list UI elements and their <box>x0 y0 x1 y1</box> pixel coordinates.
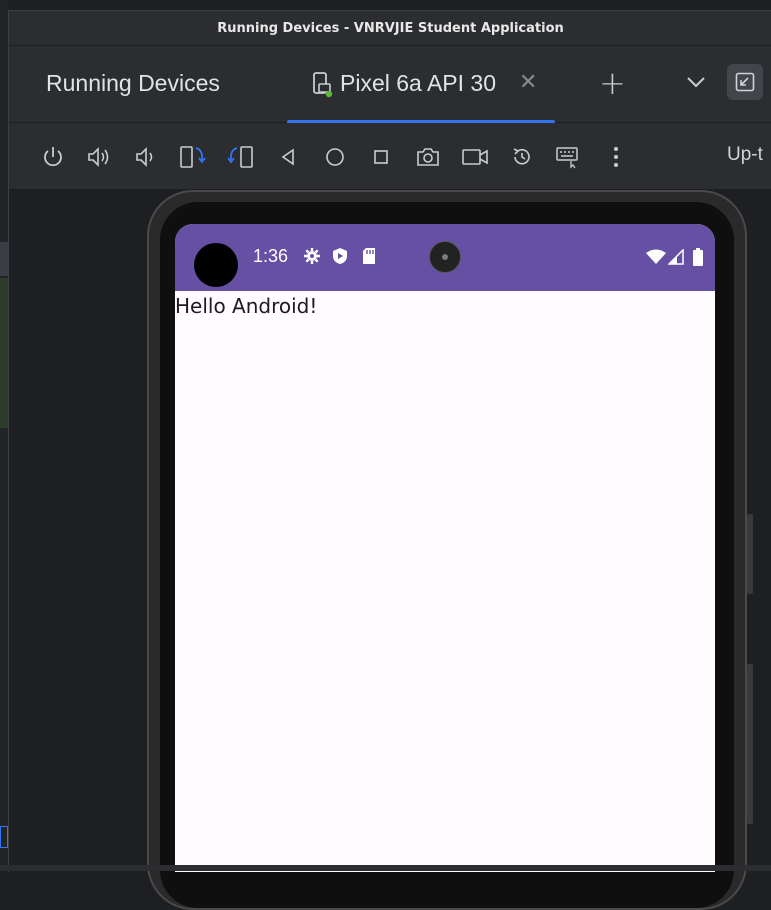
tool-window-title: Running Devices <box>46 70 220 96</box>
status-bar: 1:36 <box>175 224 715 291</box>
camera-icon[interactable] <box>414 143 442 171</box>
close-icon[interactable]: ✕ <box>519 70 537 95</box>
background-bottom-strip <box>0 865 771 871</box>
wifi-icon <box>646 249 666 264</box>
shield-icon <box>333 248 347 264</box>
tab-bar: Running Devices Pixel 6a API 30 ✕ + <box>9 46 771 124</box>
status-time: 1:36 <box>253 246 289 266</box>
front-camera <box>429 241 461 273</box>
avatar <box>194 243 238 287</box>
more-icon[interactable] <box>602 143 630 171</box>
keyboard-icon[interactable] <box>554 143 582 171</box>
tab-device[interactable]: Pixel 6a API 30 ✕ <box>287 46 555 124</box>
device-screen[interactable]: 1:36 Hello Android! <box>175 224 715 872</box>
volume-side-button <box>747 664 753 824</box>
power-side-button <box>747 514 753 594</box>
toolbar-trailing-text: Up-t <box>727 144 763 165</box>
window-title: Running Devices - VNRVJIE Student Applic… <box>9 11 771 46</box>
code-highlight <box>0 278 8 428</box>
home-icon[interactable] <box>321 143 349 171</box>
running-devices-window: Running Devices - VNRVJIE Student Applic… <box>8 10 771 910</box>
sd-card-icon <box>363 248 375 264</box>
gear-icon <box>304 248 320 264</box>
volume-up-icon[interactable] <box>85 143 113 171</box>
video-record-icon[interactable] <box>461 143 489 171</box>
chevron-down-icon[interactable] <box>685 74 707 90</box>
background-ide-strip <box>0 0 8 871</box>
device-viewport: 1:36 Hello Android! <box>9 190 771 910</box>
tab-label: Pixel 6a API 30 <box>340 70 496 96</box>
device-toolbar: Up-t <box>9 123 771 190</box>
add-icon[interactable]: + <box>599 64 626 102</box>
battery-icon <box>693 248 703 266</box>
reset-icon[interactable] <box>508 143 536 171</box>
restore-button[interactable] <box>727 64 763 100</box>
selected-row <box>0 242 8 276</box>
rotate-left-icon[interactable] <box>179 143 207 171</box>
greeting-text: Hello Android! <box>175 294 318 318</box>
device-icon <box>313 72 333 98</box>
volume-down-icon[interactable] <box>131 143 159 171</box>
minimize-window-icon <box>735 72 755 92</box>
signal-icon <box>668 249 684 265</box>
power-icon[interactable] <box>39 143 67 171</box>
back-icon[interactable] <box>274 143 302 171</box>
focused-field <box>0 826 8 848</box>
rotate-right-icon[interactable] <box>226 143 254 171</box>
overview-icon[interactable] <box>367 143 395 171</box>
